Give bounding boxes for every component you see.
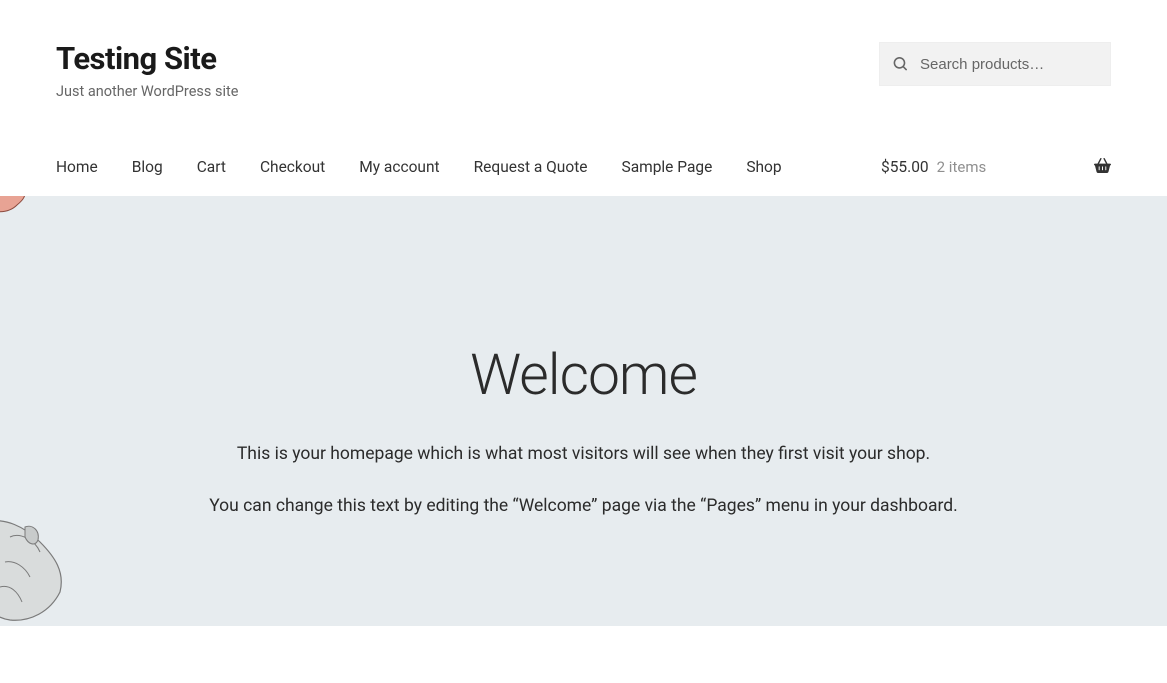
hero-paragraph-2: You can change this text by editing the … — [0, 496, 1167, 516]
hero-paragraph-1: This is your homepage which is what most… — [0, 444, 1167, 464]
cart-link[interactable]: $55.00 2 items — [881, 157, 1111, 178]
nav-item-request-quote[interactable]: Request a Quote — [474, 158, 588, 176]
search-form[interactable] — [879, 42, 1111, 86]
nav-item-my-account[interactable]: My account — [359, 158, 439, 176]
nav-item-checkout[interactable]: Checkout — [260, 158, 325, 176]
nav-item-sample-page[interactable]: Sample Page — [621, 158, 712, 176]
cart-count: 2 items — [937, 158, 987, 176]
site-title[interactable]: Testing Site — [56, 40, 238, 77]
search-input[interactable] — [879, 42, 1111, 86]
primary-nav-row: Home Blog Cart Checkout My account Reque… — [0, 138, 1167, 196]
cart-summary: $55.00 2 items — [881, 158, 986, 176]
basket-icon — [1094, 157, 1111, 178]
branding: Testing Site Just another WordPress site — [56, 40, 238, 100]
nav-item-blog[interactable]: Blog — [132, 158, 163, 176]
nav-item-shop[interactable]: Shop — [746, 158, 781, 176]
hero-section: Welcome This is your homepage which is w… — [0, 196, 1167, 626]
decorative-image-bottom-left — [0, 512, 100, 626]
nav-item-home[interactable]: Home — [56, 158, 98, 176]
page-title: Welcome — [0, 341, 1167, 408]
decorative-image-top-left — [0, 196, 42, 226]
site-header: Testing Site Just another WordPress site… — [0, 0, 1167, 196]
primary-nav: Home Blog Cart Checkout My account Reque… — [56, 158, 782, 176]
nav-item-cart[interactable]: Cart — [197, 158, 226, 176]
site-tagline: Just another WordPress site — [56, 83, 238, 100]
header-top: Testing Site Just another WordPress site — [0, 0, 1167, 100]
search-icon — [893, 57, 907, 71]
cart-total: $55.00 — [881, 158, 929, 176]
